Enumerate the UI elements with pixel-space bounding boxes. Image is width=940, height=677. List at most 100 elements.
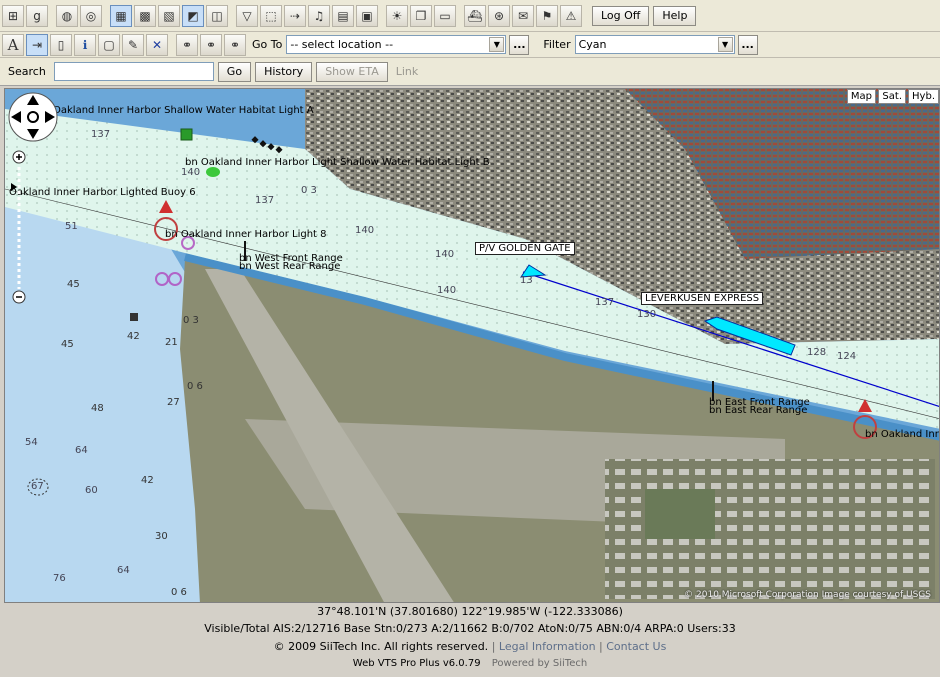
sounding: 51 (65, 221, 78, 232)
chevron-down-icon: ▼ (489, 37, 505, 52)
vessel-list-icon[interactable]: ▤ (332, 4, 354, 27)
link-label[interactable]: Link (396, 65, 419, 78)
windows-icon[interactable]: ⊞ (2, 4, 24, 27)
sounding: 60 (85, 485, 98, 496)
layers-icon[interactable]: ❐ (410, 4, 432, 27)
search-input[interactable] (53, 62, 214, 81)
filter-select[interactable]: Cyan ▼ (574, 35, 735, 54)
grid-layer-icon[interactable]: ▩ (134, 4, 156, 27)
legal-link[interactable]: Legal Information (499, 640, 596, 653)
filter-label: Filter (543, 38, 571, 51)
track-layer-icon[interactable]: ◩ (182, 4, 204, 27)
sounding: 137 (91, 129, 111, 140)
envelope-icon[interactable]: ✉ (512, 4, 534, 27)
globe-icon[interactable]: ◍ (56, 4, 78, 27)
target-icon[interactable]: ⊛ (488, 4, 510, 27)
show-eta-button[interactable]: Show ETA (316, 61, 388, 82)
powered-by: Powered by SiiTech (491, 658, 588, 669)
pencil-icon[interactable]: ✎ (122, 33, 144, 56)
sounding: 140 (437, 285, 457, 296)
filter-icon[interactable]: ▽ (236, 4, 258, 27)
map-view[interactable]: Oakland Inner Harbor Shallow Water Habit… (4, 88, 940, 603)
sounding: 0 6 (171, 587, 187, 598)
sounding: 45 (61, 339, 74, 350)
cross-icon[interactable]: ✕ (146, 33, 168, 56)
map-type-sat-button[interactable]: Sat. (878, 89, 906, 104)
report-icon[interactable]: ▣ (356, 4, 378, 27)
version-line: Web VTS Pro Plus v6.0.79 Powered by SiiT… (0, 656, 940, 672)
goto-select[interactable]: -- select location -- ▼ (286, 35, 507, 54)
message-icon[interactable]: ▭ (434, 4, 456, 27)
zoom-control[interactable] (11, 149, 27, 305)
link3-icon[interactable]: ⚭ (224, 33, 246, 56)
chart-layer-icon[interactable]: ▦ (110, 4, 132, 27)
contact-link[interactable]: Contact Us (606, 640, 666, 653)
pan-control[interactable] (7, 91, 59, 143)
light-b-marker[interactable] (206, 167, 220, 177)
sounding: 130 (637, 309, 657, 320)
label-east-rear: bn East Rear Range (709, 405, 808, 416)
sounding: 137 (255, 195, 275, 206)
info-icon[interactable]: ℹ (74, 33, 96, 56)
sounding: 21 (165, 337, 178, 348)
filter-more-button[interactable]: ... (737, 34, 758, 55)
secondary-toolbar: A ⇥ ▯ ℹ ▢ ✎ ✕ ⚭ ⚭ ⚭ Go To -- select loca… (0, 32, 940, 58)
sounding: 76 (53, 573, 66, 584)
map-type-hyb-button[interactable]: Hyb. (908, 89, 939, 104)
sounding: 45 (67, 279, 80, 290)
sounding: 64 (117, 565, 130, 576)
text-tool-icon[interactable]: A (2, 33, 24, 56)
label-west-rear: bn West Rear Range (239, 261, 341, 272)
version-text: Web VTS Pro Plus v6.0.79 (352, 658, 481, 669)
sounding: 140 (355, 225, 375, 236)
chevron-down-icon: ▼ (717, 37, 733, 52)
alarm-bell-icon[interactable]: ♫ (308, 4, 330, 27)
ship-label-leverkusen[interactable]: LEVERKUSEN EXPRESS (641, 292, 764, 305)
globe-settings-icon[interactable]: ◎ (80, 4, 102, 27)
logoff-button[interactable]: Log Off (592, 5, 650, 26)
light-a-marker[interactable] (180, 128, 193, 141)
label-buoy6: Oakland Inner Harbor Lighted Buoy 6 (9, 187, 196, 198)
grass-patch (645, 489, 715, 539)
sounding: 13 (520, 275, 533, 286)
sounding: 30 (155, 531, 168, 542)
sounding: 0 3 (301, 185, 317, 196)
link1-icon[interactable]: ⚭ (176, 33, 198, 56)
ship-icon[interactable]: ⛴ (464, 4, 486, 27)
sounding: 54 (25, 437, 38, 448)
main-toolbar: ⊞ g ◍ ◎ ▦ ▩ ▧ ◩ ◫ ▽ ⬚ ⇢ ♫ ▤ ▣ ☀ ❐ ▭ ⛴ ⊛ … (0, 0, 940, 32)
history-button[interactable]: History (255, 61, 313, 82)
comment-icon[interactable]: ▢ (98, 33, 120, 56)
goto-select-value: -- select location -- (290, 38, 394, 51)
sounding: 128 (807, 347, 827, 358)
coords-readout: 37°48.101'N (37.801680) 122°19.985'W (-1… (317, 605, 623, 618)
zoom-level-pointer-icon[interactable] (11, 183, 17, 191)
measure-tool-icon[interactable]: ⇥ (26, 33, 48, 56)
sounding: 0 3 (183, 315, 199, 326)
go-button[interactable]: Go (217, 61, 252, 82)
sounding: 42 (127, 331, 140, 342)
route-icon[interactable]: ⇢ (284, 4, 306, 27)
footer-links: © 2009 SiiTech Inc. All rights reserved.… (273, 640, 667, 653)
help-button[interactable]: Help (653, 5, 697, 26)
ship-label-golden-gate[interactable]: P/V GOLDEN GATE (475, 242, 575, 255)
map-type-map-button[interactable]: Map (846, 89, 876, 104)
link2-icon[interactable]: ⚭ (200, 33, 222, 56)
zones-icon[interactable]: ◫ (206, 4, 228, 27)
goto-more-button[interactable]: ... (509, 34, 530, 55)
warning-icon[interactable]: ⚠ (560, 4, 582, 27)
label-oakland-inn: bn Oakland Inn (865, 429, 940, 440)
label-light8: bn Oakland Inner Harbor Light 8 (165, 229, 327, 240)
select-area-icon[interactable]: ⬚ (260, 4, 282, 27)
sounding: 140 (435, 249, 455, 260)
ruler-icon[interactable]: ▯ (50, 33, 72, 56)
label-shallow-light-a: Oakland Inner Harbor Shallow Water Habit… (53, 105, 314, 116)
sun-icon[interactable]: ☀ (386, 4, 408, 27)
sounding: 42 (141, 475, 154, 486)
google-icon[interactable]: g (26, 4, 48, 27)
goto-label: Go To (252, 38, 283, 51)
copyright-text: © 2009 SiiTech Inc. All rights reserved. (273, 640, 489, 653)
flag-icon[interactable]: ⚑ (536, 4, 558, 27)
map-layer-icon[interactable]: ▧ (158, 4, 180, 27)
ais-stats: Visible/Total AIS:2/12716 Base Stn:0/273… (204, 622, 736, 635)
